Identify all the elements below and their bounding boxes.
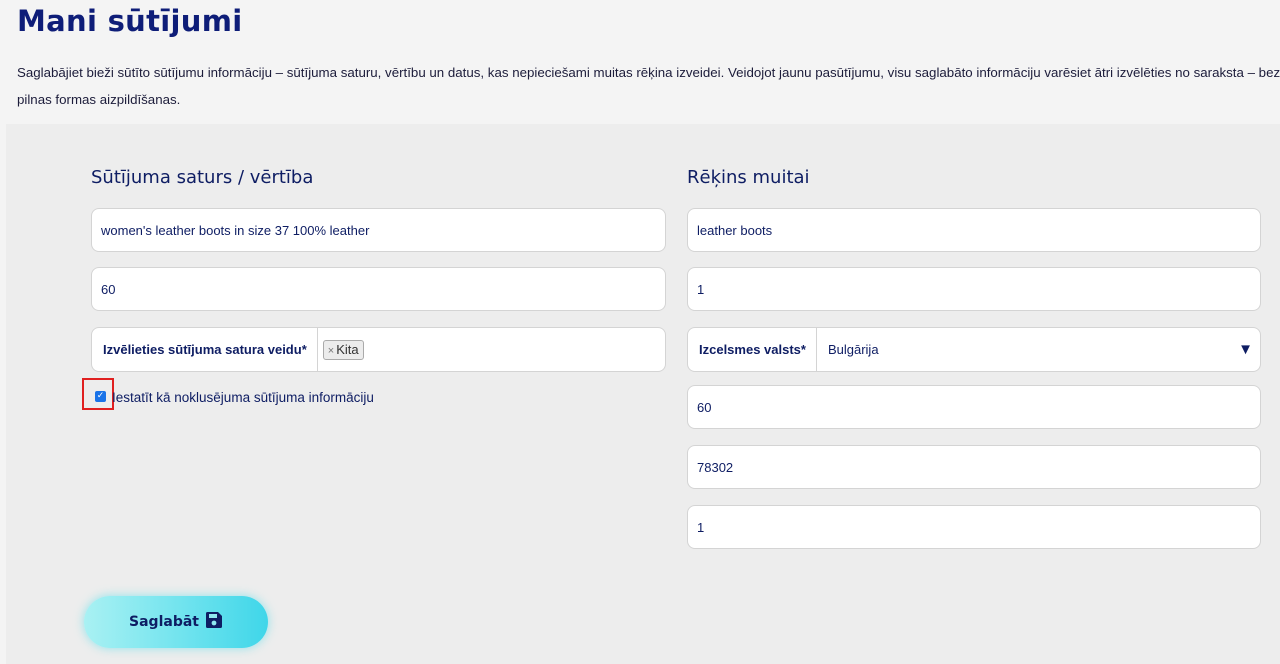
customs-value-field[interactable]: [687, 385, 1261, 429]
content-section-title: Sūtījuma saturs / vērtība: [91, 167, 314, 188]
save-button[interactable]: Saglabāt: [84, 596, 268, 648]
customs-quantity-input[interactable]: [697, 281, 1251, 297]
customs-hs-code-field[interactable]: [687, 445, 1261, 489]
content-type-label: Izvēlieties sūtījuma satura veidu*: [92, 328, 318, 371]
origin-country-select[interactable]: Izcelsmes valsts* Bulgārija ▼: [687, 327, 1261, 372]
content-description-input[interactable]: [101, 222, 656, 238]
default-info-label[interactable]: Iestatīt kā noklusējuma sūtījuma informā…: [112, 390, 374, 405]
content-value-field[interactable]: [91, 267, 666, 311]
content-type-tag[interactable]: × Kita: [322, 339, 364, 360]
customs-value-input[interactable]: [697, 399, 1251, 415]
customs-description-field[interactable]: [687, 208, 1261, 252]
customs-quantity-field[interactable]: [687, 267, 1261, 311]
content-type-select[interactable]: Izvēlieties sūtījuma satura veidu* × Kita: [91, 327, 666, 372]
origin-country-label: Izcelsmes valsts*: [688, 328, 817, 371]
customs-hs-code-input[interactable]: [697, 459, 1251, 475]
content-description-field[interactable]: [91, 208, 666, 252]
customs-section-title: Rēķins muitai: [687, 167, 810, 188]
customs-weight-input[interactable]: [697, 519, 1251, 535]
default-info-checkbox[interactable]: ✓: [95, 391, 106, 402]
floppy-disk-icon: [205, 611, 223, 633]
save-button-label: Saglabāt: [129, 614, 199, 630]
content-value-input[interactable]: [101, 281, 656, 297]
customs-description-input[interactable]: [697, 222, 1251, 238]
page-title: Mani sūtījumi: [17, 4, 243, 38]
remove-tag-icon[interactable]: ×: [328, 345, 334, 357]
customs-weight-field[interactable]: [687, 505, 1261, 549]
page-intro: Saglabājiet bieži sūtīto sūtījumu inform…: [17, 65, 1280, 107]
origin-country-value[interactable]: Bulgārija: [817, 328, 1238, 371]
content-type-tag-label: Kita: [336, 341, 359, 357]
dropdown-arrow-icon[interactable]: ▼: [1238, 328, 1260, 371]
